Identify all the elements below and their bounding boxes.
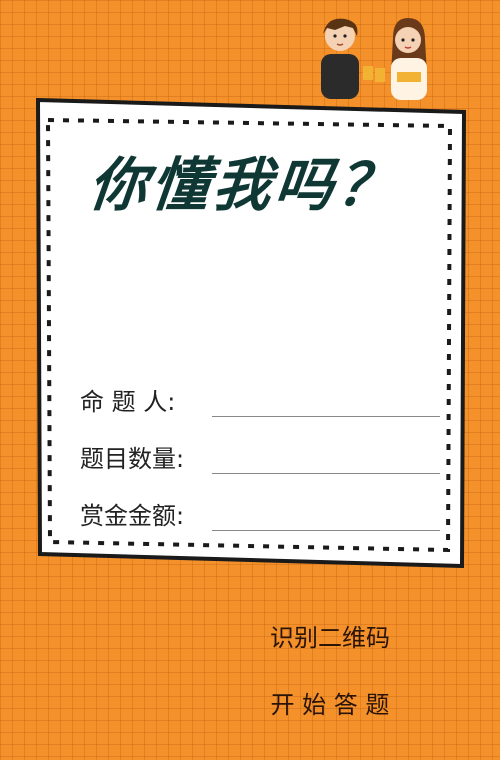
form-fields: 命 题 人: 题目数量: 赏金金额:: [80, 360, 440, 531]
couple-illustration: [305, 14, 440, 104]
field-row-author: 命 题 人:: [80, 360, 440, 417]
page-title: 你懂我吗？: [85, 151, 403, 219]
author-label: 命 题 人:: [80, 388, 176, 416]
question-count-input-line[interactable]: [212, 443, 440, 474]
reward-input-line[interactable]: [212, 500, 440, 531]
author-input-line[interactable]: [212, 386, 440, 417]
scan-qr-text[interactable]: 识别二维码: [250, 618, 410, 653]
info-card: 你懂我吗？ 命 题 人: 题目数量: 赏金金额:: [36, 98, 466, 568]
field-row-question-count: 题目数量:: [80, 417, 440, 474]
question-count-label: 题目数量:: [80, 445, 185, 473]
field-row-reward: 赏金金额:: [80, 474, 440, 531]
start-quiz-button[interactable]: 开 始 答 题: [250, 685, 410, 720]
reward-label: 赏金金额:: [80, 502, 185, 530]
